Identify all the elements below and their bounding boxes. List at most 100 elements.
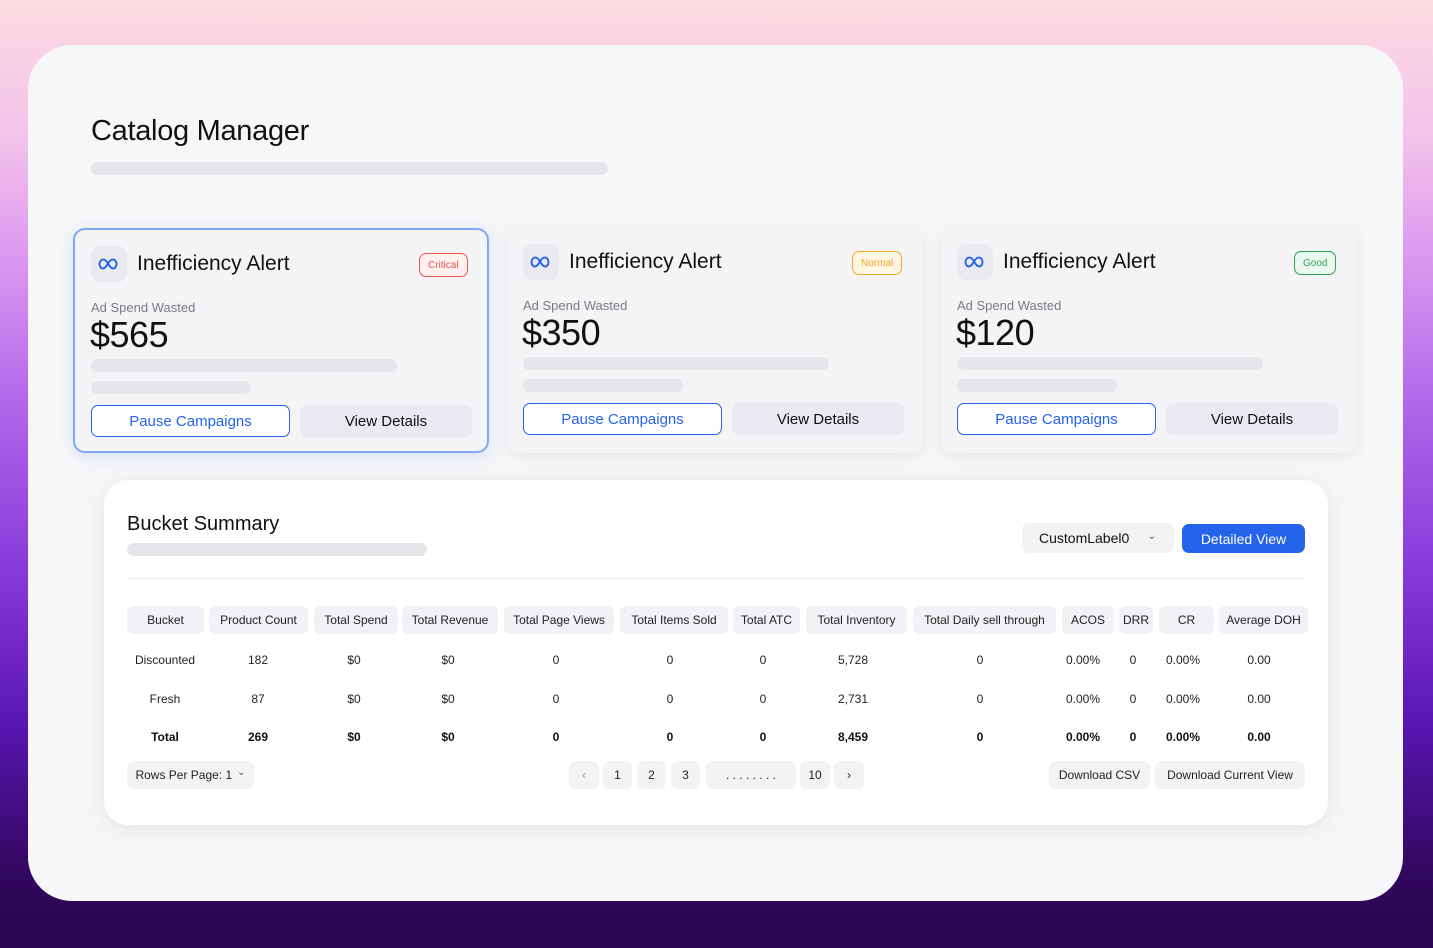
table-cell: $0 [347,692,361,706]
status-badge: Normal [852,251,903,275]
column-header[interactable]: Total Items Sold [620,606,728,634]
card-label: Ad Spend Wasted [523,298,628,313]
table-cell: 0.00% [1065,653,1101,667]
card-skeleton-line [957,357,1263,370]
table-cell: 0.00 [1247,653,1271,667]
card-title: Inefficiency Alert [569,250,722,273]
column-header[interactable]: DRR [1119,606,1153,634]
detailed-view-button[interactable]: Detailed View [1182,524,1305,553]
table-cell: 0 [976,653,984,667]
table-cell: 0.00% [1065,692,1101,706]
table-cell: 0.00% [1165,692,1201,706]
table-cell: 0 [552,653,560,667]
card-skeleton-line [91,381,251,394]
table-cell: 0 [1129,692,1137,706]
card-title: Inefficiency Alert [137,252,290,275]
card-value: $120 [956,312,1035,353]
pagination-page-2[interactable]: 2 [637,761,666,789]
download-current-view-button[interactable]: Download Current View [1155,761,1305,789]
column-header[interactable]: Total Page Views [504,606,614,634]
table-cell: 269 [247,730,269,744]
card-skeleton-line [523,379,683,392]
column-header[interactable]: Total Spend [314,606,398,634]
table-cell: Fresh [149,692,181,706]
chevron-down-icon: ⌄ [1147,531,1156,542]
view-details-button[interactable]: View Details [300,405,472,437]
table-cell: 0.00 [1247,692,1271,706]
table-cell: 0.00% [1165,730,1201,744]
table-cell: $0 [347,653,361,667]
table-cell: 0.00% [1165,653,1201,667]
download-csv-button[interactable]: Download CSV [1049,761,1150,789]
status-badge: Good [1294,251,1337,275]
column-header[interactable]: Total ATC [733,606,800,634]
column-header[interactable]: Total Revenue [402,606,498,634]
meta-logo-icon [523,244,559,280]
bucket-summary-card: Bucket Summary CustomLabel0 ⌄ Detailed V… [104,480,1328,825]
table-cell: 0.00% [1065,730,1101,744]
column-header[interactable]: Bucket [127,606,204,634]
table-cell: 0 [759,692,767,706]
table-cell: $0 [347,730,361,744]
card-label: Ad Spend Wasted [91,300,196,315]
pagination-prev-button[interactable]: ‹ [569,761,599,789]
table-cell: 0 [666,692,674,706]
meta-logo-icon [957,244,993,280]
title-skeleton [91,162,608,175]
table-cell: 5,728 [837,653,869,667]
pagination-page-3[interactable]: 3 [671,761,700,789]
table-cell: 0 [976,730,984,744]
alert-card-good[interactable]: Inefficiency Alert Good Ad Spend Wasted … [941,228,1357,453]
table-cell: 0 [759,653,767,667]
table-cell: 182 [247,653,269,667]
page-title: Catalog Manager [91,115,309,147]
table-cell: $0 [441,730,455,744]
column-header[interactable]: CR [1159,606,1214,634]
card-skeleton-line [957,379,1117,392]
dropdown-value: CustomLabel0 [1039,530,1130,546]
card-skeleton-line [523,357,829,370]
table-cell: 0 [976,692,984,706]
table-cell: 0 [759,730,767,744]
pause-campaigns-button[interactable]: Pause Campaigns [523,403,722,435]
meta-logo-icon [91,246,127,282]
table-cell: Discounted [134,653,196,667]
custom-label-dropdown[interactable]: CustomLabel0 ⌄ [1022,523,1174,553]
card-value: $350 [522,312,601,353]
pagination-page-1[interactable]: 1 [603,761,632,789]
table-cell: 8,459 [837,730,869,744]
table-cell: 87 [251,692,265,706]
rows-per-page-label: Rows Per Page: 1 [135,768,233,782]
main-panel: Catalog Manager Inefficiency Alert Criti… [28,45,1403,901]
table-cell: Total [151,730,179,744]
table-cell: 0.00 [1247,730,1271,744]
divider [127,578,1305,579]
column-header[interactable]: Total Inventory [806,606,907,634]
section-title: Bucket Summary [127,513,280,535]
card-title: Inefficiency Alert [1003,250,1156,273]
card-skeleton-line [91,359,397,372]
alert-card-critical[interactable]: Inefficiency Alert Critical Ad Spend Was… [73,228,489,453]
table-cell: $0 [441,653,455,667]
rows-per-page-select[interactable]: Rows Per Page: 1 ⌄ [127,761,254,789]
table-cell: $0 [441,692,455,706]
pause-campaigns-button[interactable]: Pause Campaigns [957,403,1156,435]
column-header[interactable]: Average DOH [1219,606,1308,634]
pagination-page-10[interactable]: 10 [800,761,830,789]
column-header[interactable]: Total Daily sell through [913,606,1056,634]
view-details-button[interactable]: View Details [732,403,904,435]
status-badge: Critical [419,253,468,277]
alert-card-normal[interactable]: Inefficiency Alert Normal Ad Spend Waste… [507,228,923,453]
table-cell: 2,731 [837,692,869,706]
column-header[interactable]: Product Count [209,606,308,634]
pagination-next-button[interactable]: › [834,761,864,789]
table-cell: 0 [552,692,560,706]
chevron-down-icon: ⌄ [237,766,246,778]
table-cell: 0 [1129,730,1137,744]
table-cell: 0 [1129,653,1137,667]
pause-campaigns-button[interactable]: Pause Campaigns [91,405,290,437]
view-details-button[interactable]: View Details [1166,403,1338,435]
column-header[interactable]: ACOS [1062,606,1114,634]
table-cell: 0 [666,730,674,744]
card-value: $565 [90,314,169,355]
